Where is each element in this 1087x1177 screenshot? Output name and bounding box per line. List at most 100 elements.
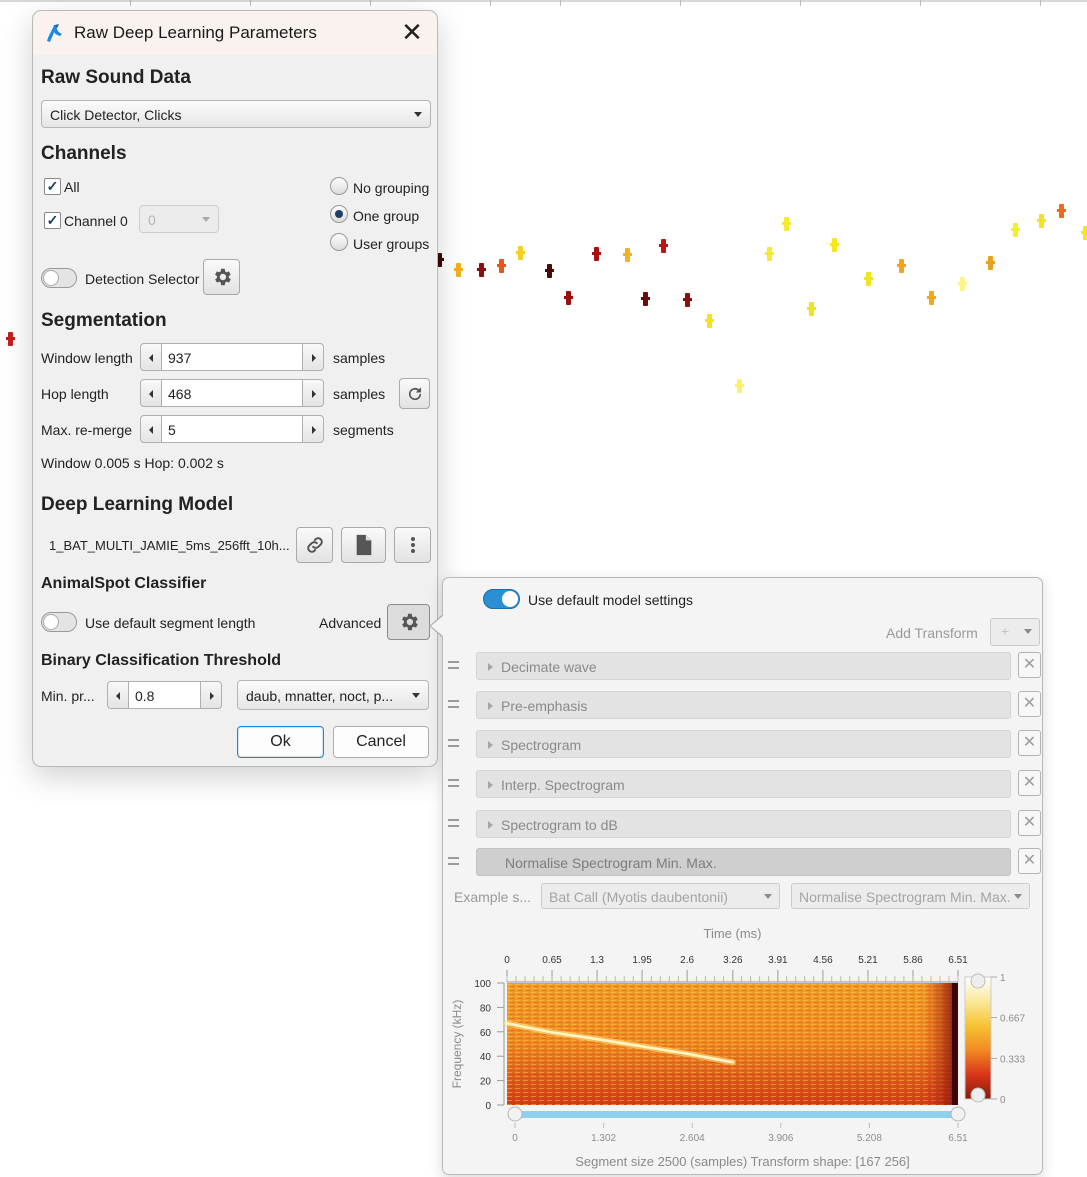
reset-hop-button[interactable]	[399, 378, 430, 409]
detection-click-marker[interactable]	[641, 292, 650, 306]
hop-length-unit: samples	[333, 386, 386, 402]
remove-transform-button[interactable]: ✕	[1018, 730, 1041, 756]
y-tick-label: 20	[480, 1077, 492, 1088]
increment-arrow-icon[interactable]	[302, 343, 324, 371]
max-remerge-input[interactable]: 5	[162, 415, 302, 443]
detection-click-marker[interactable]	[683, 293, 692, 307]
segment-range-track	[513, 1111, 958, 1118]
example-species-value: Bat Call (Myotis daubentonii)	[549, 889, 728, 905]
title-bar[interactable]: Raw Deep Learning Parameters ✕	[33, 11, 437, 55]
raw-deep-learning-dialog: Raw Deep Learning Parameters ✕ Raw Sound…	[32, 10, 438, 767]
detection-click-marker[interactable]	[830, 238, 839, 252]
transform-pane[interactable]: Spectrogram to dB	[476, 810, 1011, 838]
min-probability-spinner[interactable]: 0.8	[107, 681, 222, 709]
radio-user-groups[interactable]	[330, 233, 348, 251]
detection-click-marker[interactable]	[545, 264, 554, 278]
close-button[interactable]: ✕	[397, 19, 427, 47]
detection-selector-settings-button[interactable]	[203, 259, 240, 295]
example-species-select[interactable]: Bat Call (Myotis daubentonii)	[541, 883, 780, 909]
hop-length-input[interactable]: 468	[162, 379, 302, 407]
window-length-spinner[interactable]: 937	[140, 343, 324, 371]
expand-triangle-icon	[488, 821, 493, 829]
drag-handle-icon[interactable]	[448, 819, 459, 827]
detection-click-marker[interactable]	[659, 239, 668, 253]
example-label: Example s...	[454, 889, 532, 905]
axis-tick	[250, 0, 251, 6]
model-more-button[interactable]	[394, 527, 431, 563]
decrement-arrow-icon[interactable]	[140, 343, 162, 371]
detection-click-marker[interactable]	[1081, 226, 1087, 240]
detection-click-marker[interactable]	[864, 272, 873, 286]
drag-handle-icon[interactable]	[448, 779, 459, 787]
all-channels-checkbox[interactable]: ✓	[44, 178, 61, 195]
increment-arrow-icon[interactable]	[302, 415, 324, 443]
transform-pane[interactable]: Pre-emphasis	[476, 691, 1011, 719]
detection-click-marker[interactable]	[927, 291, 936, 305]
detection-click-marker[interactable]	[497, 259, 506, 273]
detection-click-marker[interactable]	[454, 263, 463, 277]
axis-tick	[370, 0, 371, 6]
detection-click-marker[interactable]	[765, 247, 774, 261]
transform-pane[interactable]: Interp. Spectrogram	[476, 770, 1011, 798]
detection-selector-toggle[interactable]	[41, 268, 77, 288]
detection-click-marker[interactable]	[807, 302, 816, 316]
increment-arrow-icon[interactable]	[200, 681, 222, 709]
class-selection-select[interactable]: daub, mnatter, noct, p...	[237, 680, 429, 710]
transform-pane[interactable]: Spectrogram	[476, 730, 1011, 758]
remove-transform-button[interactable]: ✕	[1018, 770, 1041, 796]
remove-transform-button[interactable]: ✕	[1018, 691, 1041, 717]
detection-click-marker[interactable]	[782, 217, 791, 231]
segment-range-end-handle	[950, 1106, 966, 1122]
remove-transform-button[interactable]: ✕	[1018, 652, 1041, 678]
add-transform-button[interactable]: +	[990, 618, 1040, 646]
detection-click-marker[interactable]	[1011, 223, 1020, 237]
ok-button[interactable]: Ok	[237, 726, 324, 758]
spectrogram-chart[interactable]: Time (ms) Frequency (kHz) 0 0.65 1.3 1.95 2.6 3…	[443, 924, 1042, 1174]
detection-click-marker[interactable]	[735, 379, 744, 393]
detection-click-marker[interactable]	[1057, 204, 1066, 218]
remove-transform-button[interactable]: ✕	[1018, 810, 1041, 836]
drag-handle-icon[interactable]	[448, 857, 459, 865]
channel-0-group-select[interactable]: 0	[139, 205, 219, 233]
hop-length-spinner[interactable]: 468	[140, 379, 324, 407]
default-segment-length-toggle[interactable]	[41, 612, 77, 632]
radio-one-group[interactable]	[330, 205, 348, 223]
decrement-arrow-icon[interactable]	[140, 415, 162, 443]
detection-click-marker[interactable]	[477, 263, 486, 277]
detection-click-marker[interactable]	[564, 291, 573, 305]
cancel-button[interactable]: Cancel	[333, 726, 429, 758]
detection-click-marker[interactable]	[516, 246, 525, 260]
drag-handle-icon[interactable]	[448, 661, 459, 669]
detection-click-marker[interactable]	[623, 248, 632, 262]
drag-handle-icon[interactable]	[448, 700, 459, 708]
decrement-arrow-icon[interactable]	[140, 379, 162, 407]
segment-tick-label: 1.302	[591, 1133, 616, 1144]
advanced-settings-button[interactable]	[387, 604, 430, 640]
detection-click-marker[interactable]	[6, 332, 15, 346]
channel-0-checkbox[interactable]: ✓	[44, 212, 61, 229]
remove-transform-button[interactable]: ✕	[1018, 848, 1041, 874]
model-file-button[interactable]	[341, 527, 386, 563]
detection-click-marker[interactable]	[592, 247, 601, 261]
decrement-arrow-icon[interactable]	[107, 681, 129, 709]
detection-click-marker[interactable]	[1037, 214, 1046, 228]
detection-click-marker[interactable]	[705, 314, 714, 328]
detection-click-marker[interactable]	[986, 256, 995, 270]
example-transform-select[interactable]: Normalise Spectrogram Min. Max.	[791, 883, 1030, 909]
radio-no-grouping[interactable]	[330, 177, 348, 195]
spectrogram-edge-dark	[952, 983, 958, 1105]
detection-click-marker[interactable]	[897, 259, 906, 273]
model-link-button[interactable]	[296, 527, 333, 563]
default-model-settings-toggle[interactable]	[483, 589, 520, 609]
max-remerge-spinner[interactable]: 5	[140, 415, 324, 443]
sound-source-select[interactable]: Click Detector, Clicks	[41, 100, 431, 128]
drag-handle-icon[interactable]	[448, 739, 459, 747]
axis-tick	[920, 0, 921, 6]
detection-click-marker[interactable]	[958, 277, 967, 291]
transform-pane[interactable]: Normalise Spectrogram Min. Max.	[476, 848, 1011, 876]
min-probability-input[interactable]: 0.8	[129, 681, 200, 709]
gear-icon	[214, 268, 231, 286]
transform-pane[interactable]: Decimate wave	[476, 652, 1011, 680]
window-length-input[interactable]: 937	[162, 343, 302, 371]
increment-arrow-icon[interactable]	[302, 379, 324, 407]
